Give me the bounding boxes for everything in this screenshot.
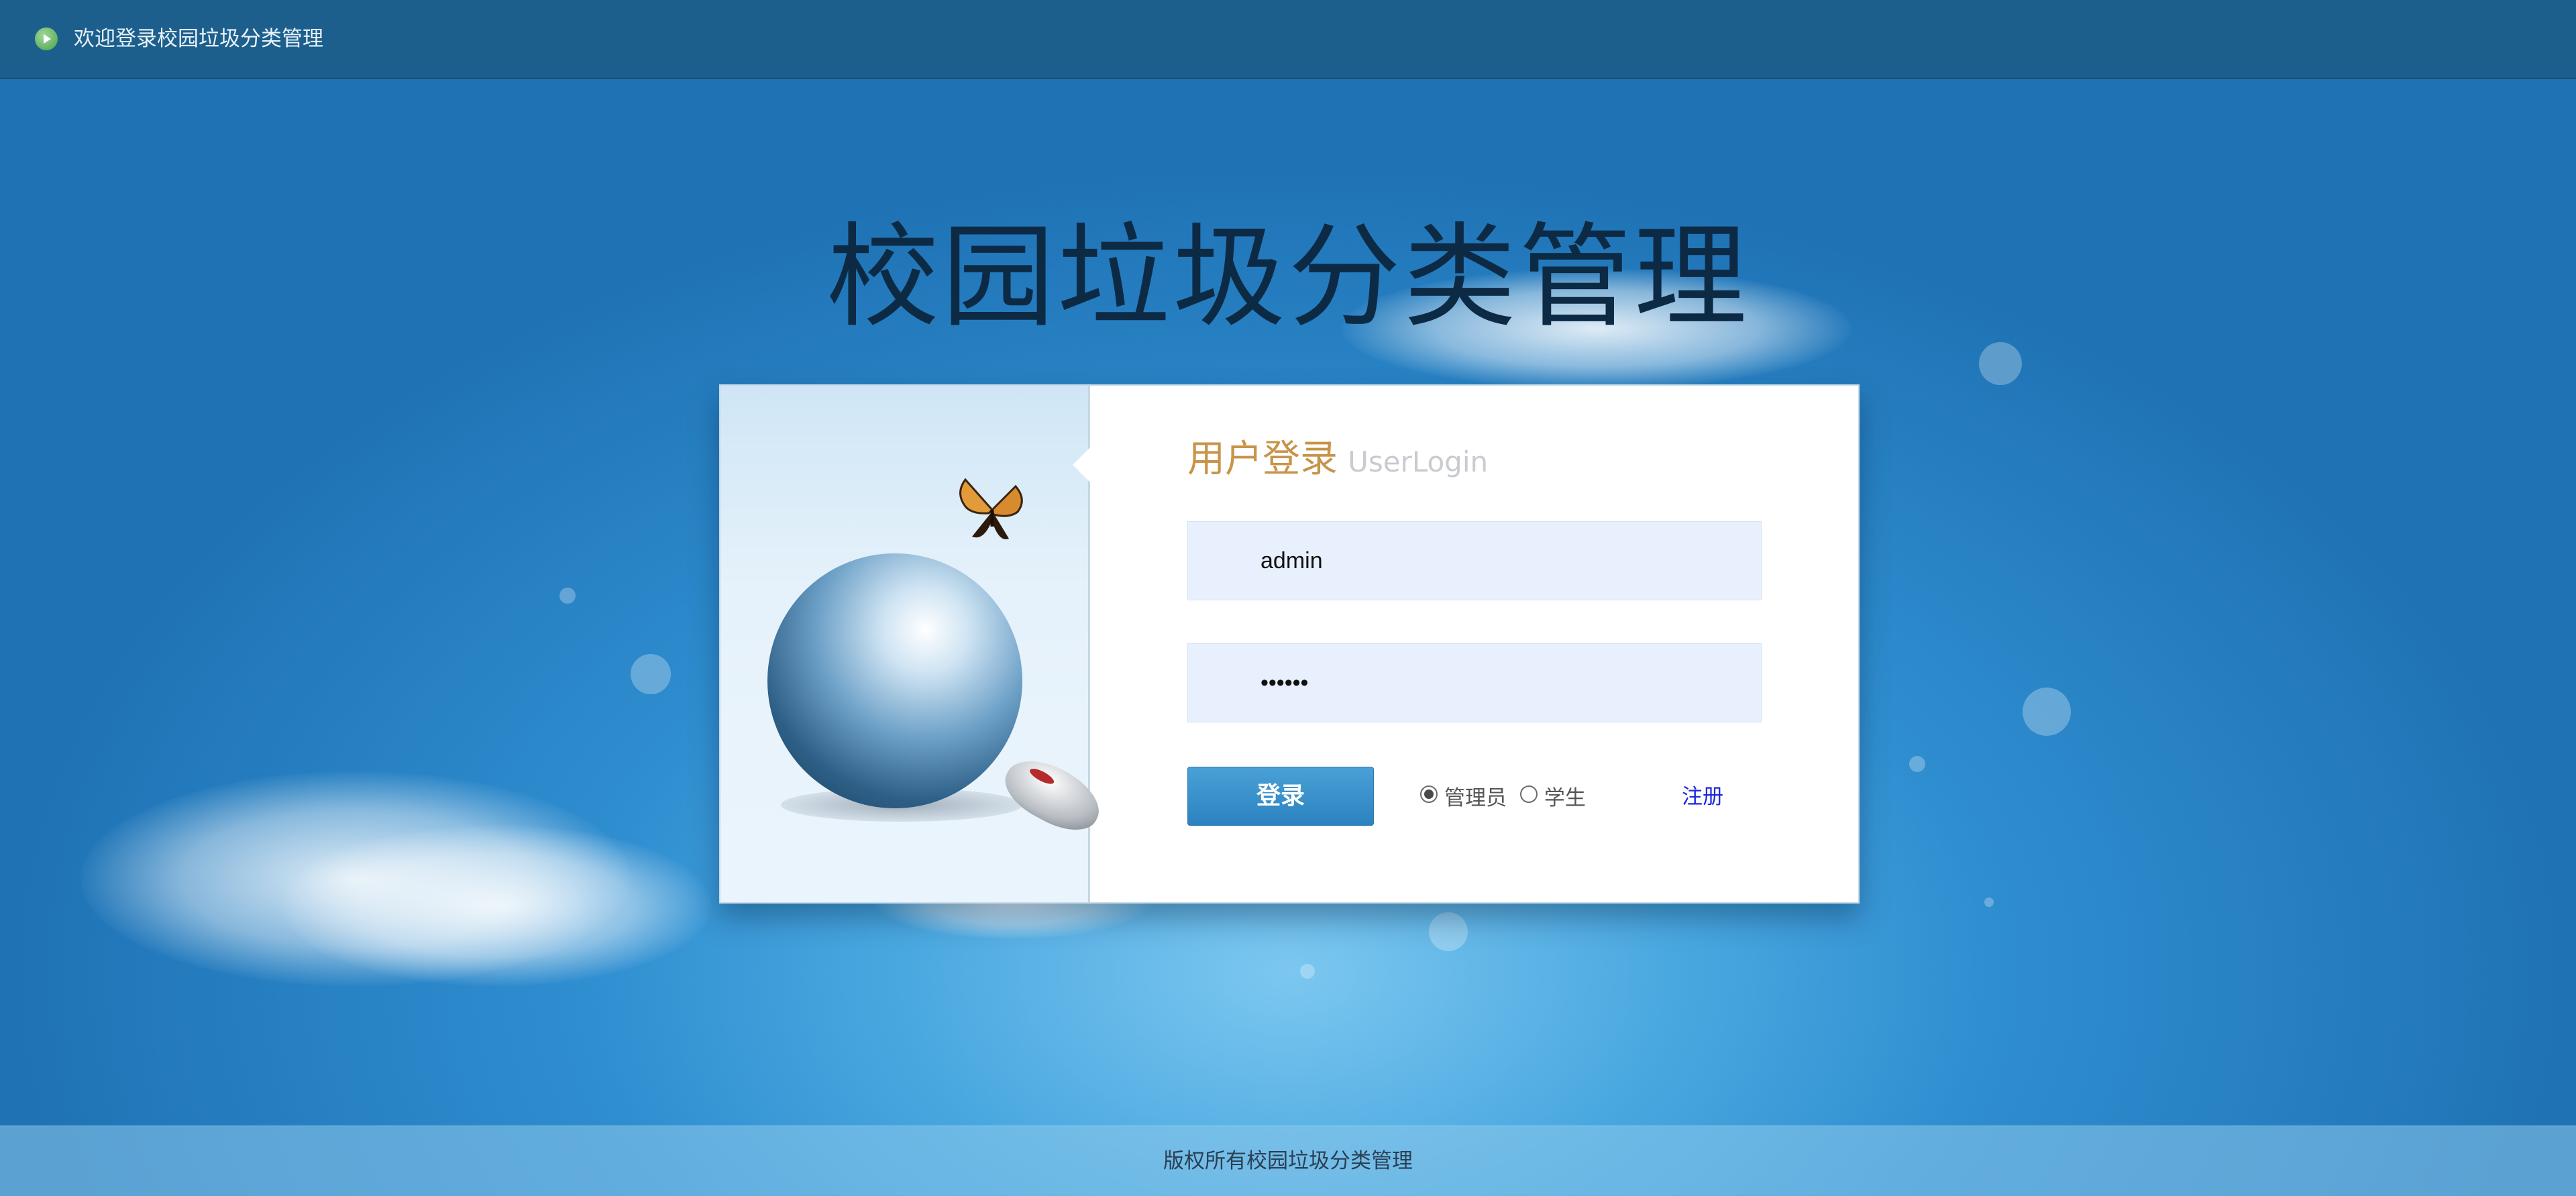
username-input[interactable] [1260, 522, 1743, 600]
register-link[interactable]: 注册 [1682, 780, 1723, 814]
bokeh-decoration [1984, 898, 1994, 907]
bokeh-decoration [1909, 756, 1925, 772]
password-input[interactable] [1260, 644, 1743, 722]
role-radio-admin[interactable] [1420, 785, 1438, 803]
login-heading: 用户登录 UserLogin [1187, 433, 1488, 489]
puzzle-globe-icon [767, 553, 1022, 808]
role-label-student: 学生 [1544, 785, 1586, 810]
bokeh-decoration [1979, 342, 2022, 385]
login-heading-en: UserLogin [1348, 445, 1489, 478]
login-form: 用户登录 UserLogin 登录 管理员 学生 注册 [1090, 386, 1858, 902]
bokeh-decoration [1300, 964, 1315, 979]
top-bar: 欢迎登录校园垃圾分类管理 [0, 0, 2576, 79]
bokeh-decoration [631, 654, 671, 694]
cloud-decoration [282, 825, 711, 986]
password-field-wrapper [1187, 643, 1762, 722]
bokeh-decoration [2023, 688, 2071, 736]
login-button[interactable]: 登录 [1187, 767, 1374, 826]
login-panel: 用户登录 UserLogin 登录 管理员 学生 注册 [719, 384, 1860, 904]
play-circle-icon [35, 28, 58, 50]
role-radio-student[interactable] [1519, 785, 1538, 803]
login-illustration-panel [720, 386, 1110, 902]
role-selector: 管理员 学生 [1420, 780, 1593, 814]
globe-illustration [741, 473, 1110, 849]
bokeh-decoration [559, 588, 576, 604]
username-field-wrapper [1187, 521, 1762, 600]
copyright-text: 版权所有校园垃圾分类管理 [1163, 1149, 1413, 1173]
butterfly-icon [959, 478, 1023, 539]
role-label-admin: 管理员 [1444, 785, 1507, 810]
footer: 版权所有校园垃圾分类管理 [0, 1126, 2576, 1196]
welcome-text: 欢迎登录校园垃圾分类管理 [74, 27, 323, 51]
bokeh-decoration [1429, 912, 1468, 951]
page-title: 校园垃圾分类管理 [826, 211, 1750, 343]
login-heading-cn: 用户登录 [1187, 437, 1338, 481]
